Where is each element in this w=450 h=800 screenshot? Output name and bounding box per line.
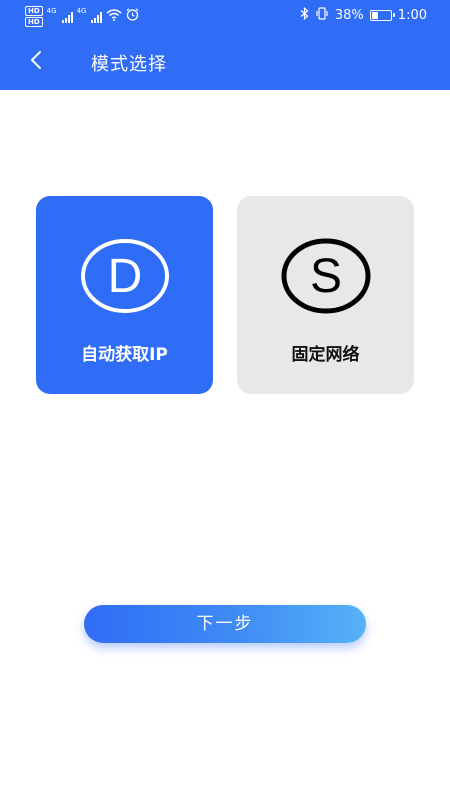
network-label: 4G [46,7,57,15]
app-header: HD HD 4G 4G 38% 1:00 模式选择 [0,0,450,90]
mode-label-fixed-network: 固定网络 [291,345,360,365]
status-left: HD HD 4G 4G [25,6,139,27]
status-right: 38% 1:00 [300,6,427,24]
bluetooth-icon [300,6,309,24]
hd-badge: HD [25,6,43,16]
mode-label-auto-ip: 自动获取IP [81,345,168,365]
page-title: 模式选择 [91,54,167,75]
battery-level [371,12,378,19]
svg-text:D: D [108,250,143,303]
signal-icon [61,11,73,23]
alarm-icon [126,8,139,25]
signal-icon [91,11,103,23]
battery-percent: 38% [334,8,364,23]
status-time: 1:00 [397,8,427,23]
vibrate-icon [315,7,329,24]
screen: HD HD 4G 4G 38% 1:00 模式选择 D 自动获取IP S 固定网… [0,0,450,800]
mode-card-fixed-network[interactable]: S 固定网络 [237,196,414,394]
letter-s-circle-icon: S [281,238,371,314]
mode-card-auto-ip[interactable]: D 自动获取IP [36,196,213,394]
back-button[interactable] [20,46,52,78]
hd-stack: HD HD [25,6,43,27]
status-bar: HD HD 4G 4G 38% 1:00 [0,0,450,32]
svg-text:S: S [310,250,342,303]
next-step-button[interactable]: 下一步 [84,605,366,643]
network-label: 4G [76,7,87,15]
wifi-icon [106,8,122,25]
letter-d-circle-icon: D [81,239,169,313]
chevron-left-icon [29,50,43,74]
battery-icon [369,10,395,21]
title-bar: 模式选择 [0,40,450,84]
hd-badge: HD [25,17,43,27]
